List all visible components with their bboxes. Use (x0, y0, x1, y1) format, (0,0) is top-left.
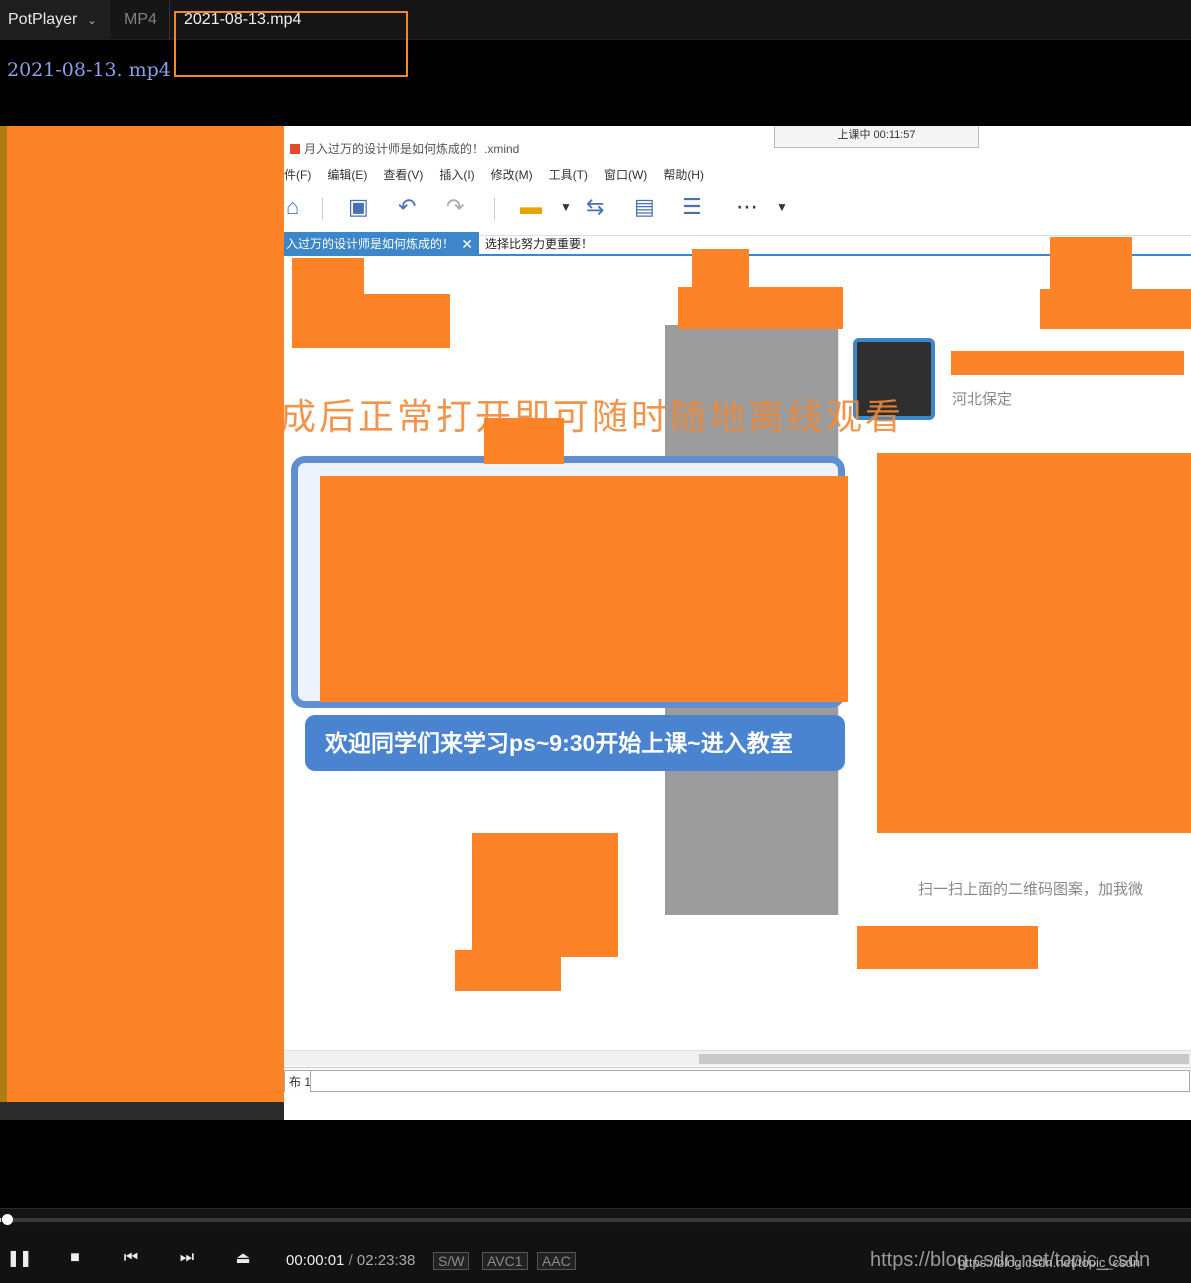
redaction-block (292, 258, 364, 298)
video-codec-badge[interactable]: AVC1 (482, 1252, 528, 1270)
relationship-icon: ⇆ (586, 194, 605, 219)
video-area[interactable]: 月入过万的设计师是如何炼成的！.xmind 上课中 00:11:57 件(F) … (0, 126, 1191, 1120)
redaction-block (7, 126, 284, 1102)
menu-window: 窗口(W) (603, 168, 648, 182)
menu-tools: 工具(T) (548, 168, 588, 182)
topic-icon: ▬ (520, 194, 542, 219)
chevron-down-icon: ⌄ (87, 14, 97, 27)
redo-icon: ↷ (446, 194, 465, 219)
toolbar-divider (322, 198, 323, 220)
redaction-block (678, 287, 843, 329)
xmind-statusbar: 布 1 (284, 1067, 1191, 1093)
eject-icon: ⏏ (235, 1250, 251, 1267)
summary-icon: ☰ (682, 194, 702, 219)
close-icon: ✕ (461, 236, 473, 252)
menu-help: 帮助(H) (663, 168, 704, 182)
redaction-block (877, 453, 1191, 833)
skip-back-icon: ⏮ (123, 1249, 139, 1266)
xmind-window-title: 月入过万的设计师是如何炼成的！.xmind (290, 140, 519, 157)
class-timer: 上课中 00:11:57 (774, 126, 979, 148)
seek-bar[interactable] (0, 1208, 1191, 1230)
watermark-url-small: https://blog.csdn.net/topic_csdn (958, 1255, 1141, 1270)
dropdown-icon: ▼ (560, 200, 572, 214)
renderer-badge[interactable]: S/W (433, 1252, 470, 1270)
previous-button[interactable]: ⏮ (114, 1241, 148, 1275)
tab-second: 选择比努力更重要！ (485, 237, 594, 251)
seek-handle[interactable] (2, 1214, 13, 1225)
taskbar-strip (0, 1102, 284, 1120)
redaction-block (484, 418, 564, 464)
menu-modify: 修改(M) (490, 168, 533, 182)
stop-button[interactable]: ■ (58, 1241, 92, 1275)
boundary-icon: ▤ (634, 194, 655, 219)
redaction-block (320, 476, 848, 702)
sheet-field (310, 1070, 1190, 1092)
next-button[interactable]: ⏭ (170, 1241, 204, 1275)
more-icon: ⋯ (736, 194, 758, 219)
redaction-block (1050, 237, 1132, 291)
seek-track[interactable] (0, 1218, 1191, 1222)
format-label: MP4 (112, 0, 170, 40)
menu-file: 件(F) (284, 168, 312, 182)
audio-codec-badge[interactable]: AAC (537, 1252, 576, 1270)
time-display: 00:00:01 / 02:23:38 (286, 1252, 415, 1269)
control-bar: ❚❚ ■ ⏮ ⏭ ⏏ 00:00:01 / 02:23:38 S/W AVC1 … (0, 1230, 1191, 1283)
menu-edit: 编辑(E) (327, 168, 368, 182)
osd-filename: 2021-08-13. mp4 (7, 59, 171, 81)
scrollbar-thumb (699, 1054, 1189, 1064)
home-icon: ⌂ (286, 194, 300, 219)
redaction-block (472, 833, 618, 957)
duration: 02:23:38 (356, 1252, 416, 1269)
toolbar-divider (494, 198, 495, 220)
xmind-toolbar: ⌂ ▣ ↶ ↷ ▬ ▼ ⇆ ▤ ☰ ⋯ ▼ (284, 184, 1191, 236)
pause-button[interactable]: ❚❚ (2, 1241, 36, 1275)
menu-insert: 插入(I) (439, 168, 475, 182)
tab-active: 入过万的设计师是如何炼成的！ ✕ (284, 232, 479, 256)
menu-view: 查看(V) (383, 168, 424, 182)
dropdown-icon: ▼ (776, 200, 788, 214)
horizontal-scrollbar (284, 1050, 1191, 1066)
highlight-box (174, 11, 408, 77)
redaction-block (951, 351, 1184, 375)
xmind-app-icon (290, 144, 300, 154)
pause-icon: ❚❚ (6, 1250, 33, 1267)
avatar-location: 河北保定 (952, 391, 1013, 408)
time-separator: / (348, 1252, 353, 1269)
redaction-block (292, 294, 450, 348)
overlay-caption: 成后正常打开即可随时随地离线观看 (280, 397, 905, 438)
current-time: 00:00:01 (286, 1252, 345, 1269)
tab-active-label: 入过万的设计师是如何炼成的！ (286, 237, 455, 251)
stop-icon: ■ (70, 1249, 80, 1266)
redaction-block (455, 950, 561, 991)
save-icon: ▣ (348, 194, 369, 219)
xmind-menubar: 件(F) 编辑(E) 查看(V) 插入(I) 修改(M) 工具(T) 窗口(W)… (284, 166, 1191, 186)
welcome-banner: 欢迎同学们来学习ps~9:30开始上课~进入教室 (305, 715, 845, 771)
redaction-block (1040, 289, 1191, 329)
undo-icon: ↶ (398, 194, 417, 219)
app-name: PotPlayer (8, 11, 78, 28)
scan-instruction: 扫一扫上面的二维码图案，加我微 (918, 881, 1144, 898)
eject-button[interactable]: ⏏ (226, 1241, 260, 1275)
skip-forward-icon: ⏭ (179, 1249, 195, 1266)
app-menu-button[interactable]: PotPlayer ⌄ (0, 0, 110, 40)
redaction-block (857, 926, 1038, 969)
xmind-title-text: 月入过万的设计师是如何炼成的！.xmind (304, 142, 520, 156)
